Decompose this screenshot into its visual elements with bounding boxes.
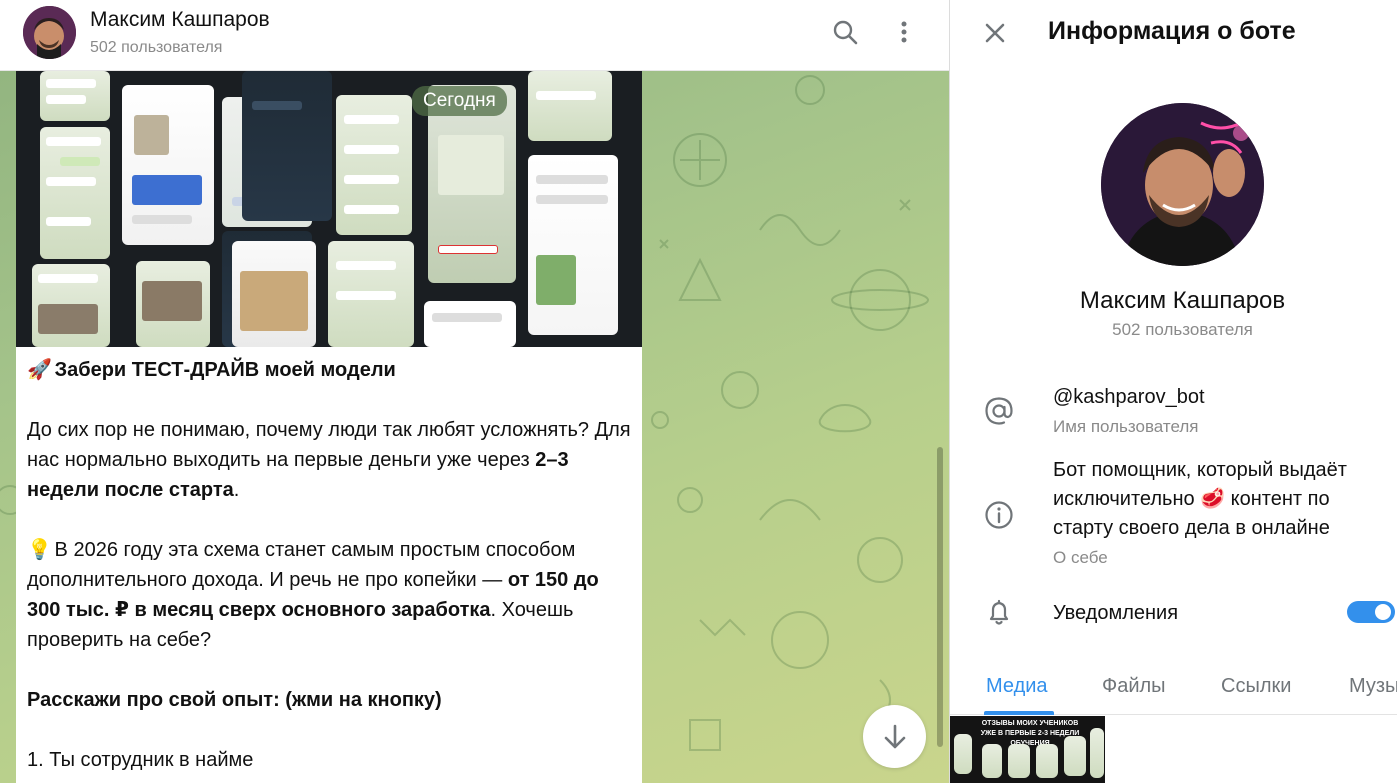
message-bubble[interactable]: Сегодня 🚀 Забери ТЕСТ-ДРАЙВ моей модели … xyxy=(16,71,642,783)
message-paragraph-1: До сих пор не понимаю, почему люди так л… xyxy=(27,419,631,501)
message-paragraph-2: 💡 В 2026 году эта схема станет самым про… xyxy=(27,535,633,655)
collage-screenshot xyxy=(242,71,332,221)
tab-links[interactable]: Ссылки xyxy=(1221,675,1291,698)
search-icon xyxy=(833,20,858,45)
chat-scrollbar[interactable] xyxy=(937,447,943,747)
collage-screenshot xyxy=(32,264,110,347)
rocket-icon: 🚀 xyxy=(27,359,52,381)
bot-avatar[interactable] xyxy=(1101,103,1264,266)
more-button[interactable] xyxy=(889,17,919,47)
chat-header[interactable]: Максим Кашпаров 502 пользователя xyxy=(0,0,949,71)
more-vertical-icon xyxy=(901,21,907,43)
chat-pane: Максим Кашпаров 502 пользователя Сегодня… xyxy=(0,0,949,783)
lightbulb-icon: 💡 xyxy=(27,539,52,561)
date-pill: Сегодня xyxy=(412,86,507,116)
avatar-photo xyxy=(1101,103,1264,266)
message-photo[interactable]: Сегодня xyxy=(16,71,642,347)
bot-username[interactable]: @kashparov_bot xyxy=(1053,383,1205,412)
chat-subtitle: 502 пользователя xyxy=(90,39,223,56)
collage-screenshot xyxy=(122,85,214,245)
chat-title[interactable]: Максим Кашпаров xyxy=(90,8,270,32)
info-icon xyxy=(984,500,1014,530)
bell-icon xyxy=(984,598,1014,628)
panel-title: Информация о боте xyxy=(1048,17,1296,45)
bot-name: Максим Кашпаров xyxy=(1079,287,1286,314)
collage-screenshot xyxy=(336,95,412,235)
meat-emoji: 🥩 xyxy=(1200,488,1226,510)
active-tab-indicator xyxy=(984,711,1054,715)
at-sign-icon xyxy=(984,396,1014,426)
close-button[interactable] xyxy=(980,18,1010,48)
bot-user-count: 502 пользователя xyxy=(1112,320,1253,339)
tab-media[interactable]: Медиа xyxy=(986,675,1048,698)
notifications-toggle[interactable] xyxy=(1347,601,1395,623)
bot-about: Бот помощник, который выдаёт исключитель… xyxy=(1053,459,1347,539)
collage-screenshot xyxy=(136,261,210,347)
collage-screenshot xyxy=(528,71,612,141)
about-label: О себе xyxy=(1053,548,1108,567)
message-paragraph-4: 1. Ты сотрудник в найме xyxy=(27,749,254,771)
message-text: 🚀 Забери ТЕСТ-ДРАЙВ моей модели До сих п… xyxy=(27,355,633,775)
media-tabs: Медиа Файлы Ссылки Музыка xyxy=(950,660,1397,715)
chat-avatar[interactable] xyxy=(23,6,76,59)
collage-screenshot xyxy=(528,155,618,335)
tab-files[interactable]: Файлы xyxy=(1102,675,1166,698)
scroll-down-button[interactable] xyxy=(863,705,926,768)
notifications-label: Уведомления xyxy=(1053,602,1179,624)
collage-screenshot xyxy=(328,241,414,347)
username-label: Имя пользователя xyxy=(1053,417,1199,436)
search-button[interactable] xyxy=(830,17,860,47)
collage-screenshot xyxy=(424,301,516,347)
collage-screenshot xyxy=(232,241,316,347)
message-heading: 🚀 Забери ТЕСТ-ДРАЙВ моей модели xyxy=(27,355,633,385)
tab-music[interactable]: Музыка xyxy=(1349,675,1397,698)
media-thumbnail[interactable]: ОТЗЫВЫ МОИХ УЧЕНИКОВ УЖЕ В ПЕРВЫЕ 2-3 НЕ… xyxy=(950,716,1105,783)
avatar-photo xyxy=(23,6,76,59)
message-paragraph-3: Расскажи про свой опыт: (жми на кнопку) xyxy=(27,689,442,711)
arrow-down-icon xyxy=(884,724,905,748)
bot-info-panel: Информация о боте Максим Кашпаров 502 по… xyxy=(949,0,1397,783)
collage-screenshot xyxy=(40,71,110,121)
close-icon xyxy=(985,23,1005,43)
collage-screenshot xyxy=(40,127,110,259)
